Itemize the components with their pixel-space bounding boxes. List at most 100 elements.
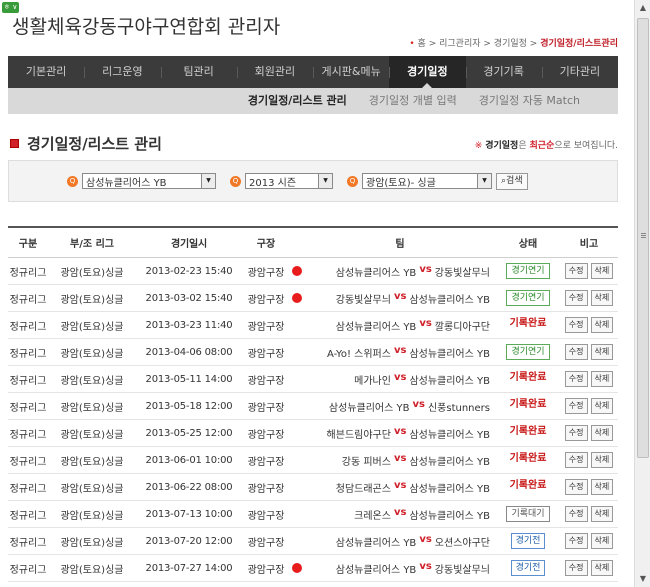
status-badge[interactable]: 기록완료 [506, 317, 551, 333]
cell-team[interactable]: 삼성뉴클리어스 YB vs 오션스야구단 [304, 534, 496, 549]
nav-item-6[interactable]: 경기기록 [465, 56, 542, 88]
status-badge[interactable]: 경기전 [510, 560, 546, 576]
table-row[interactable]: 정규리그 광암(토요)싱글 2013-04-06 08:00 광암구장 A-Yo! 스위… [8, 339, 618, 366]
delete-button[interactable]: 삭제 [590, 344, 614, 360]
cell-team[interactable]: 삼성뉴클리어스 YB vs 신풍stunners [304, 399, 496, 414]
status-badge[interactable]: 경기연기 [506, 263, 550, 279]
nav-item-2[interactable]: 팀관리 [160, 56, 237, 88]
cell-team[interactable]: 청담드래곤스 vs 삼성뉴클리어스 YB [304, 480, 496, 495]
cell-team[interactable]: 삼성뉴클리어스 YB vs 강동빛살무늬 [304, 561, 496, 576]
season-select[interactable]: 2013 시즌 ▼ [245, 173, 333, 189]
home-team: 삼성뉴클리어스 YB [335, 537, 417, 549]
edit-button[interactable]: 수정 [564, 371, 588, 387]
delete-button[interactable]: 삭제 [590, 479, 614, 495]
header-gubun: 구분 [18, 239, 38, 250]
edit-button[interactable]: 수정 [564, 263, 588, 279]
nav-item-5[interactable]: 경기일정 [389, 56, 466, 88]
scroll-up-icon[interactable]: ▲ [638, 3, 648, 13]
search-button[interactable]: ⌕ 검색 [496, 172, 528, 190]
subnav-item-0[interactable]: 경기일정/리스트 관리 [248, 88, 347, 114]
delete-button[interactable]: 삭제 [590, 560, 614, 576]
subnav-item-2[interactable]: 경기일정 자동 Match [479, 88, 580, 114]
delete-button[interactable]: 삭제 [590, 290, 614, 306]
table-row[interactable]: 정규리그 광암(토요)싱글 2013-05-11 14:00 광암구장 메가나인 vs 삼성… [8, 366, 618, 393]
away-team: 삼성뉴클리어스 YB [409, 294, 490, 306]
chevron-down-icon[interactable]: ▼ [477, 174, 491, 188]
nav-item-4[interactable]: 게시판&메뉴 [313, 56, 389, 88]
table-row[interactable]: 정규리그 광암(토요)싱글 2013-03-02 15:40 광암구장 강동빛살무늬 vs… [8, 285, 618, 312]
cell-team[interactable]: 크레온스 vs 삼성뉴클리어스 YB [304, 507, 496, 522]
cell-team[interactable]: 메가나인 vs 삼성뉴클리어스 YB [304, 372, 496, 387]
vs-label: vs [393, 290, 407, 302]
status-badge[interactable]: 기록완료 [506, 425, 551, 441]
team-select[interactable]: 삼성뉴클리어스 YB ▼ [82, 173, 216, 189]
table-row[interactable]: 정규리그 광암(토요)싱글 2013-06-22 08:00 광암구장 청담드래곤스 vs… [8, 474, 618, 501]
cell-date: 2013-05-11 14:00 [145, 373, 233, 385]
team-filter: Q 삼성뉴클리어스 YB ▼ [67, 173, 216, 189]
edit-button[interactable]: 수정 [564, 317, 588, 333]
nav-item-0[interactable]: 기본관리 [8, 56, 84, 88]
status-badge[interactable]: 기록완료 [506, 371, 551, 387]
vs-label: vs [419, 263, 432, 275]
cell-team[interactable]: 해븐드림야구단 vs 삼성뉴클리어스 YB [304, 426, 496, 441]
cell-field: 광암구장 [247, 267, 285, 279]
scroll-thumb[interactable] [637, 18, 649, 458]
away-team: 깔롱디아구단 [434, 321, 490, 333]
breadcrumb-home[interactable]: 홈 [418, 39, 426, 49]
table-row[interactable]: 정규리그 광암(토요)싱글 2013-07-20 12:00 광암구장 삼성뉴클리어스 … [8, 528, 618, 555]
cell-team[interactable]: A-Yo! 스위퍼스 vs 삼성뉴클리어스 YB [304, 345, 496, 360]
delete-button[interactable]: 삭제 [590, 263, 614, 279]
table-row[interactable]: 정규리그 광암(토요)싱글 2013-07-27 14:00 광암구장 삼성뉴클리어스 … [8, 555, 618, 582]
edit-button[interactable]: 수정 [564, 452, 588, 468]
status-badge[interactable]: 기록완료 [506, 452, 551, 468]
table-row[interactable]: 정규리그 광암(토요)싱글 2013-05-18 12:00 광암구장 삼성뉴클리어스 … [8, 393, 618, 420]
edit-button[interactable]: 수정 [564, 479, 588, 495]
edit-button[interactable]: 수정 [564, 344, 588, 360]
nav-item-7[interactable]: 기타관리 [541, 56, 618, 88]
status-badge[interactable]: 경기연기 [506, 290, 550, 306]
nav-item-3[interactable]: 회원관리 [236, 56, 313, 88]
table-row[interactable]: 정규리그 광암(토요)싱글 2013-05-25 12:00 광암구장 해븐드림야구단 v… [8, 420, 618, 447]
league-select[interactable]: 광암(토요)- 싱글 ▼ [362, 173, 492, 189]
table-row[interactable]: 정규리그 광암(토요)싱글 2013-02-23 15:40 광암구장 삼성뉴클리어스 … [8, 258, 618, 285]
edit-button[interactable]: 수정 [564, 290, 588, 306]
status-badge[interactable]: 경기전 [510, 533, 546, 549]
status-badge[interactable]: 기록대기 [506, 506, 550, 522]
delete-button[interactable]: 삭제 [590, 533, 614, 549]
cell-note: 수정 삭제 [560, 344, 618, 360]
nav-item-1[interactable]: 리그운영 [84, 56, 160, 88]
chevron-down-icon[interactable]: ▼ [201, 174, 215, 188]
delete-button[interactable]: 삭제 [590, 398, 614, 414]
table-row[interactable]: 정규리그 광암(토요)싱글 2013-07-13 10:00 광암구장 크레온스 vs 삼성… [8, 501, 618, 528]
cell-team[interactable]: 삼성뉴클리어스 YB vs 강동빛살무늬 [304, 264, 496, 279]
edit-button[interactable]: 수정 [564, 425, 588, 441]
delete-button[interactable]: 삭제 [590, 425, 614, 441]
cell-date: 2013-03-23 11:40 [145, 319, 233, 331]
edit-button[interactable]: 수정 [564, 560, 588, 576]
table-row[interactable]: 정규리그 광암(토요)싱글 2013-03-23 11:40 광암구장 삼성뉴클리어스 … [8, 312, 618, 339]
delete-button[interactable]: 삭제 [590, 506, 614, 522]
chevron-down-icon[interactable]: ▼ [318, 174, 332, 188]
cell-status: 기록완료 [496, 317, 560, 333]
breadcrumb-path[interactable]: 리그관리자 > 경기일정 > [439, 39, 537, 49]
cell-status: 경기전 [496, 560, 560, 576]
status-badge[interactable]: 경기연기 [506, 344, 550, 360]
table-row[interactable]: 정규리그 광암(토요)싱글 2013-06-01 10:00 광암구장 강동 피버스 vs… [8, 447, 618, 474]
edit-button[interactable]: 수정 [564, 506, 588, 522]
edit-button[interactable]: 수정 [564, 398, 588, 414]
delete-button[interactable]: 삭제 [590, 317, 614, 333]
delete-button[interactable]: 삭제 [590, 371, 614, 387]
delete-button[interactable]: 삭제 [590, 452, 614, 468]
vertical-scrollbar[interactable]: ▲ ▼ [634, 0, 650, 587]
cell-team[interactable]: 강동빛살무늬 vs 삼성뉴클리어스 YB [304, 291, 496, 306]
cell-gubun: 정규리그 [9, 402, 47, 414]
status-badge[interactable]: 기록완료 [506, 479, 551, 495]
cell-team[interactable]: 삼성뉴클리어스 YB vs 깔롱디아구단 [304, 318, 496, 333]
page-title-text: 경기일정/리스트 관리 [27, 135, 162, 153]
edit-button[interactable]: 수정 [564, 533, 588, 549]
cell-team[interactable]: 강동 피버스 vs 삼성뉴클리어스 YB [304, 453, 496, 468]
subnav-item-1[interactable]: 경기일정 개별 입력 [369, 88, 457, 114]
status-badge[interactable]: 기록완료 [506, 398, 551, 414]
header-league: 부/조 리그 [70, 239, 114, 250]
scroll-down-icon[interactable]: ▼ [638, 574, 648, 584]
